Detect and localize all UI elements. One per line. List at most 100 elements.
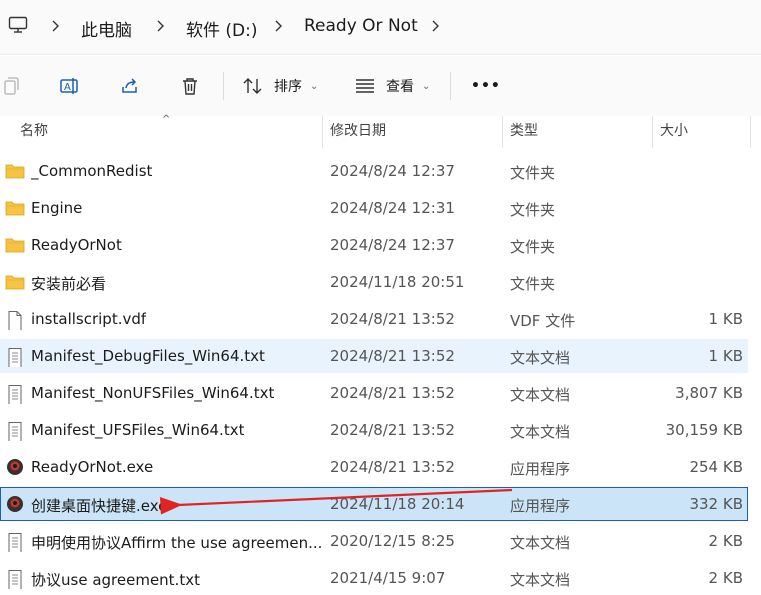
chevron-right-icon[interactable] (50, 19, 60, 33)
file-size: 1 KB (708, 347, 743, 365)
file-name: Manifest_UFSFiles_Win64.txt (31, 421, 245, 439)
file-date-modified: 2024/8/21 13:52 (330, 458, 455, 476)
file-type: 文本文档 (510, 534, 571, 552)
file-type: 文件夹 (510, 275, 556, 293)
trash-icon (183, 78, 197, 95)
file-type: VDF 文件 (510, 312, 576, 330)
file-type: 文件夹 (510, 201, 556, 219)
view-label: 查看 (386, 79, 414, 95)
file-type: 文本文档 (510, 386, 571, 404)
delete-button[interactable] (179, 70, 201, 102)
share-icon (122, 78, 137, 93)
file-icon (5, 310, 25, 331)
file-date-modified: 2024/11/18 20:51 (330, 273, 465, 291)
column-divider[interactable] (750, 116, 751, 148)
file-size: 2 KB (708, 569, 743, 587)
toolbar-divider (223, 72, 224, 100)
file-row[interactable]: ReadyOrNot.exe 2024/8/21 13:52 应用程序 254 KB (0, 450, 748, 484)
file-row[interactable]: 协议use agreement.txt 2021/4/15 9:07 文本文档 2 K… (0, 561, 748, 595)
view-button[interactable]: 查看 ⌄ (354, 70, 430, 102)
text-file-icon (5, 384, 25, 405)
file-row[interactable]: 安装前必看 2024/11/18 20:51 文件夹 (0, 265, 748, 299)
chevron-down-icon: ⌄ (310, 80, 319, 92)
file-type: 文件夹 (510, 164, 556, 182)
text-file-icon (5, 569, 25, 590)
column-type[interactable]: 类型 (510, 116, 538, 148)
file-size: 254 KB (689, 458, 743, 476)
share-button[interactable] (119, 70, 141, 102)
file-type: 文本文档 (510, 423, 571, 441)
file-date-modified: 2024/8/21 13:52 (330, 310, 455, 328)
file-name: ReadyOrNot (31, 236, 122, 254)
text-file-icon (5, 421, 25, 442)
text-file-icon (5, 347, 25, 368)
file-name: installscript.vdf (31, 310, 147, 328)
column-divider[interactable] (502, 116, 503, 148)
view-icon (356, 79, 374, 93)
file-name: Manifest_NonUFSFiles_Win64.txt (31, 384, 275, 402)
file-type: 文件夹 (510, 238, 556, 256)
column-name[interactable]: 名称 (20, 116, 48, 148)
file-date-modified: 2024/8/21 13:52 (330, 347, 455, 365)
address-bar[interactable]: 此电脑 软件 (D:) Ready Or Not (0, 0, 761, 55)
file-size: 1 KB (708, 310, 743, 328)
svg-text:A: A (64, 82, 71, 93)
file-row[interactable]: installscript.vdf 2024/8/21 13:52 VDF 文件 1 … (0, 302, 748, 336)
rename-icon: A (60, 78, 78, 94)
toolbar-divider (450, 72, 451, 100)
column-size[interactable]: 大小 (660, 116, 688, 148)
text-file-icon (5, 532, 25, 553)
file-size: 30,159 KB (665, 421, 743, 439)
file-row[interactable]: 创建桌面快捷键.exe 2024/11/18 20:14 应用程序 332 KB (0, 487, 748, 521)
file-name: _CommonRedist (31, 162, 153, 180)
file-row[interactable]: Manifest_UFSFiles_Win64.txt 2024/8/21 13:… (0, 413, 748, 447)
chevron-down-icon: ⌄ (422, 80, 431, 92)
chevron-right-icon[interactable] (155, 19, 165, 33)
copy-icon (4, 77, 19, 95)
file-date-modified: 2024/11/18 20:14 (330, 495, 465, 513)
chevron-right-icon[interactable] (273, 19, 283, 33)
file-size: 2 KB (708, 532, 743, 550)
column-date-modified[interactable]: 修改日期 (330, 116, 386, 148)
file-date-modified: 2024/8/21 13:52 (330, 421, 455, 439)
file-date-modified: 2021/4/15 9:07 (330, 569, 446, 587)
file-row[interactable]: Manifest_NonUFSFiles_Win64.txt 2024/8/21 … (0, 376, 748, 410)
rename-button[interactable]: A (59, 70, 81, 102)
file-row[interactable]: Engine 2024/8/24 12:31 文件夹 (0, 191, 748, 225)
more-icon: ••• (471, 78, 501, 94)
sort-label: 排序 (274, 79, 302, 95)
column-header: ^ 名称 修改日期 类型 大小 (0, 114, 761, 148)
file-date-modified: 2024/8/24 12:31 (330, 199, 455, 217)
more-options-button[interactable]: ••• (471, 70, 501, 102)
app-icon (5, 495, 25, 513)
file-row[interactable]: 申明使用协议Affirm the use agreemen... 2020/12/… (0, 524, 748, 558)
copy-button[interactable] (0, 70, 22, 102)
file-size: 3,807 KB (675, 384, 743, 402)
file-row[interactable]: ReadyOrNot 2024/8/24 12:37 文件夹 (0, 228, 748, 262)
file-name: 协议use agreement.txt (31, 571, 200, 589)
file-name: ReadyOrNot.exe (31, 458, 154, 476)
folder-icon (5, 199, 25, 217)
file-type: 文本文档 (510, 571, 571, 589)
file-type: 应用程序 (510, 460, 571, 478)
file-date-modified: 2024/8/24 12:37 (330, 236, 455, 254)
file-date-modified: 2020/12/15 8:25 (330, 532, 455, 550)
column-divider[interactable] (322, 116, 323, 148)
file-date-modified: 2024/8/21 13:52 (330, 384, 455, 402)
computer-icon[interactable] (8, 15, 28, 35)
app-icon (5, 458, 25, 476)
sort-button[interactable]: 排序 ⌄ (242, 70, 318, 102)
folder-icon (5, 162, 25, 180)
chevron-right-icon[interactable] (430, 19, 440, 33)
file-name: Engine (31, 199, 83, 217)
file-row[interactable]: Manifest_DebugFiles_Win64.txt 2024/8/21 1… (0, 339, 748, 373)
folder-icon (5, 236, 25, 254)
breadcrumb-ready-or-not[interactable]: Ready Or Not (304, 16, 418, 36)
file-name: 创建桌面快捷键.exe (31, 497, 168, 515)
breadcrumb-this-pc[interactable]: 此电脑 (81, 16, 132, 41)
file-name: 申明使用协议Affirm the use agreemen... (31, 534, 323, 552)
column-divider[interactable] (652, 116, 653, 148)
breadcrumb-drive-d[interactable]: 软件 (D:) (186, 16, 258, 41)
file-row[interactable]: _CommonRedist 2024/8/24 12:37 文件夹 (0, 154, 748, 188)
file-type: 应用程序 (510, 497, 571, 515)
